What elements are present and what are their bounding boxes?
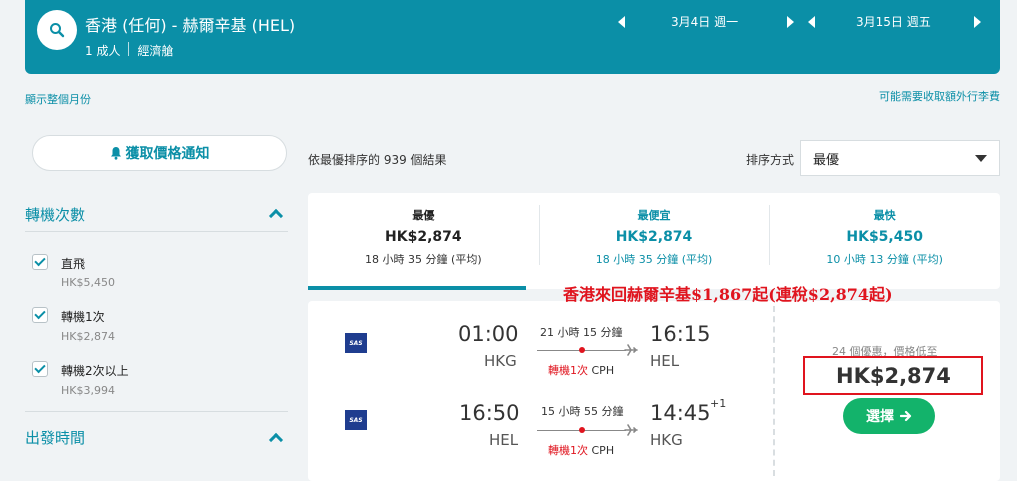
arrival-airport: HEL bbox=[650, 352, 680, 370]
tab-name: 最快 bbox=[873, 209, 896, 222]
stop-option-price: HK$2,874 bbox=[61, 330, 115, 343]
stops-count: 轉機1次 bbox=[548, 364, 588, 377]
arrival-airport: HKG bbox=[650, 431, 683, 449]
divider bbox=[25, 411, 288, 412]
prev-depart-date-icon[interactable] bbox=[618, 15, 625, 28]
layover-dot bbox=[579, 427, 585, 433]
next-return-date-icon[interactable] bbox=[974, 15, 981, 28]
arrival-time: 14:45 bbox=[650, 401, 711, 425]
bell-icon bbox=[110, 147, 121, 160]
passenger-count: 1 成人 bbox=[85, 44, 121, 58]
card-divider bbox=[773, 306, 775, 476]
tab-fastest[interactable]: 最快 HK$5,450 10 小時 13 分鐘 (平均) bbox=[769, 193, 1000, 289]
departure-airport: HEL bbox=[489, 431, 519, 449]
chevron-up-icon[interactable] bbox=[268, 208, 284, 224]
checkbox-one-stop[interactable] bbox=[32, 307, 48, 323]
divider bbox=[25, 231, 288, 232]
stop-option-label: 直飛 bbox=[61, 257, 86, 271]
sort-select[interactable]: 最優 bbox=[800, 140, 1000, 176]
divider bbox=[128, 42, 130, 56]
prev-return-date-icon[interactable] bbox=[808, 15, 815, 28]
search-icon bbox=[50, 23, 65, 38]
search-header-bar: 香港 (任何) - 赫爾辛基 (HEL) 1 成人 經濟艙 3月4日 週一 3月… bbox=[25, 0, 1000, 74]
tab-price: HK$5,450 bbox=[846, 229, 923, 245]
tab-duration: 18 小時 35 分鐘 (平均) bbox=[365, 253, 482, 266]
via-airport: CPH bbox=[591, 364, 615, 377]
stop-option-price: HK$3,994 bbox=[61, 384, 115, 397]
select-flight-button[interactable]: 選擇 bbox=[843, 398, 935, 434]
stops-info: 轉機1次 CPH bbox=[548, 442, 614, 458]
tab-name: 最優 bbox=[412, 209, 435, 222]
active-tab-indicator bbox=[308, 286, 526, 290]
tab-price: HK$2,874 bbox=[615, 229, 693, 245]
tab-name: 最便宜 bbox=[637, 209, 671, 222]
tab-duration: 18 小時 35 分鐘 (平均) bbox=[595, 253, 713, 266]
return-date[interactable]: 3月15日 週五 bbox=[856, 13, 966, 30]
next-depart-date-icon[interactable] bbox=[787, 15, 794, 28]
airplane-icon bbox=[624, 424, 638, 436]
price-highlight-box bbox=[803, 356, 983, 395]
checkbox-nonstop[interactable] bbox=[32, 254, 48, 270]
price-alert-button[interactable]: 獲取價格通知 bbox=[32, 135, 287, 171]
sort-label: 排序方式 bbox=[746, 153, 795, 167]
stops-filter-title[interactable]: 轉機次數 bbox=[25, 204, 85, 225]
depart-date[interactable]: 3月4日 週一 bbox=[671, 13, 781, 30]
departure-time: 16:50 bbox=[459, 401, 520, 425]
airline-logo: SAS bbox=[345, 333, 367, 353]
flight-duration: 21 小時 15 分鐘 bbox=[540, 326, 623, 339]
sort-value: 最優 bbox=[813, 152, 840, 168]
return-date-nav: 3月15日 週五 bbox=[808, 13, 981, 30]
show-whole-month-link[interactable]: 顯示整個月份 bbox=[25, 91, 91, 107]
results-count: 依最優排序的 939 個結果 bbox=[308, 153, 447, 167]
passenger-cabin-summary[interactable]: 1 成人 經濟艙 bbox=[85, 42, 173, 59]
price-alert-label: 獲取價格通知 bbox=[125, 146, 210, 162]
departure-airport: HKG bbox=[484, 352, 517, 370]
checkbox-two-plus-stops[interactable] bbox=[32, 361, 48, 377]
cabin-class: 經濟艙 bbox=[137, 44, 174, 58]
stops-info: 轉機1次 CPH bbox=[548, 362, 614, 378]
stop-option-label: 轉機2次以上 bbox=[61, 364, 129, 378]
tab-price: HK$2,874 bbox=[385, 229, 462, 245]
stop-option-price: HK$5,450 bbox=[61, 276, 115, 289]
departure-time: 01:00 bbox=[458, 322, 519, 346]
price-annotation: 香港來回赫爾辛基$1,867起(連稅$2,874起) bbox=[563, 285, 893, 304]
arrival-time: 16:15 bbox=[650, 322, 711, 346]
chevron-up-icon[interactable] bbox=[268, 432, 284, 448]
layover-dot bbox=[579, 347, 585, 353]
day-offset: +1 bbox=[710, 397, 727, 410]
route-title[interactable]: 香港 (任何) - 赫爾辛基 (HEL) bbox=[85, 12, 295, 36]
select-label: 選擇 bbox=[866, 409, 894, 425]
departure-time-filter-title[interactable]: 出發時間 bbox=[25, 427, 85, 448]
flight-duration: 15 小時 55 分鐘 bbox=[541, 405, 624, 418]
tab-cheapest[interactable]: 最便宜 HK$2,874 18 小時 35 分鐘 (平均) bbox=[538, 193, 770, 289]
stop-option-label: 轉機1次 bbox=[61, 310, 105, 324]
airplane-icon bbox=[624, 344, 638, 356]
search-button[interactable] bbox=[37, 10, 77, 50]
tab-best[interactable]: 最優 HK$2,874 18 小時 35 分鐘 (平均) bbox=[308, 193, 539, 289]
tab-duration: 10 小時 13 分鐘 (平均) bbox=[826, 253, 943, 266]
depart-date-nav: 3月4日 週一 bbox=[618, 13, 794, 30]
extra-baggage-fees-link[interactable]: 可能需要收取額外行李費 bbox=[879, 88, 1000, 104]
sort-tabs: 最優 HK$2,874 18 小時 35 分鐘 (平均) 最便宜 HK$2,87… bbox=[308, 193, 1000, 289]
airline-logo: SAS bbox=[345, 410, 367, 430]
via-airport: CPH bbox=[591, 444, 615, 457]
stops-count: 轉機1次 bbox=[548, 444, 588, 457]
arrow-right-icon bbox=[900, 410, 912, 422]
caret-down-icon bbox=[975, 154, 987, 162]
